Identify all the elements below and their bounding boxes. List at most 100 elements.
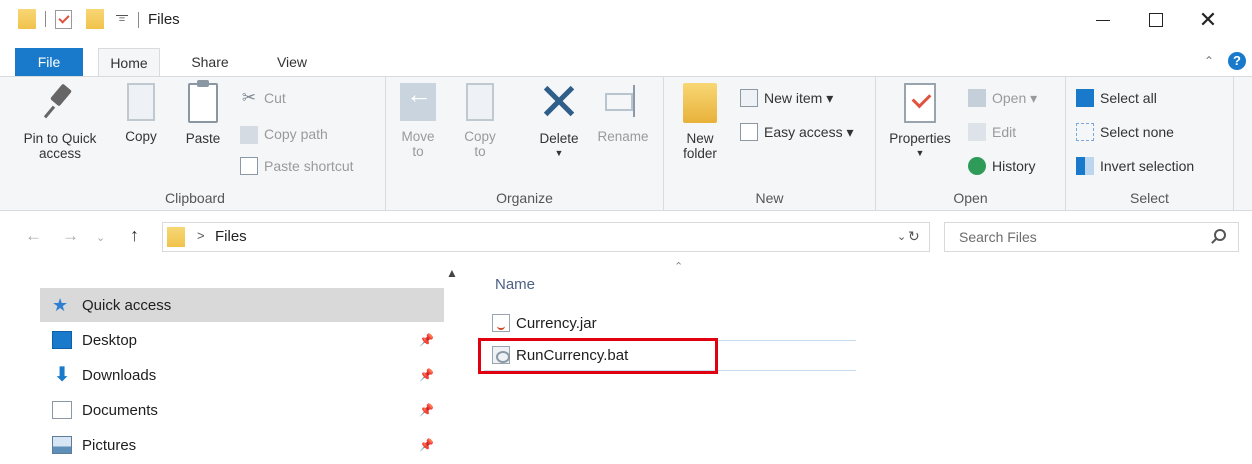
move-to-button[interactable]: Move to (398, 83, 438, 159)
paste-shortcut-button[interactable]: Paste shortcut (240, 157, 354, 175)
file-name: Currency.jar (516, 314, 597, 332)
easy-access-button[interactable]: Easy access ▾ (740, 123, 854, 141)
sidebar-item-label: Documents (82, 401, 158, 419)
paste-button[interactable]: Paste (178, 80, 228, 146)
copy-to-button[interactable]: Copy to (460, 83, 500, 159)
new-group-label: New (755, 190, 784, 206)
pictures-icon (52, 436, 72, 454)
pin-icon[interactable]: 📌 (419, 333, 434, 347)
select-none-icon (1076, 123, 1094, 141)
title-bar: = Files ✕ (0, 0, 1252, 40)
select-none-button[interactable]: Select none (1076, 123, 1174, 141)
new-item-button[interactable]: New item ▾ (740, 89, 833, 107)
new-group: New folder New item ▾ Easy access ▾ New (664, 77, 876, 210)
desktop-icon (52, 331, 72, 349)
select-none-label: Select none (1100, 124, 1174, 140)
open-label: Open ▾ (992, 89, 1038, 106)
delete-dropdown-icon[interactable]: ▼ (526, 146, 592, 161)
invert-selection-button[interactable]: Invert selection (1076, 157, 1194, 175)
pin-icon[interactable]: 📌 (419, 438, 434, 452)
move-to-icon (400, 83, 436, 121)
minimize-icon (1096, 19, 1110, 21)
rename-button[interactable]: Rename (590, 83, 656, 144)
sidebar-item-desktop[interactable]: Desktop 📌 (40, 323, 444, 357)
column-header-name[interactable]: Name (495, 276, 535, 293)
customize-toolbar-dropdown[interactable]: = (116, 14, 128, 25)
scroll-up-icon[interactable]: ▲ (446, 266, 458, 280)
properties-label: Properties (889, 131, 951, 146)
tab-share[interactable]: Share (174, 48, 246, 77)
paste-icon (188, 80, 218, 123)
edit-button[interactable]: Edit (968, 123, 1016, 141)
cut-button[interactable]: ✂ Cut (240, 89, 286, 107)
forward-arrow-icon[interactable]: → (62, 226, 79, 246)
select-all-label: Select all (1100, 90, 1157, 106)
pin-to-quick-access-button[interactable]: Pin to Quick access (14, 83, 106, 161)
sidebar-item-pictures[interactable]: Pictures 📌 (40, 428, 444, 462)
search-icon[interactable] (1214, 229, 1226, 241)
delete-icon: ✕ (537, 74, 581, 132)
pin-icon (44, 83, 76, 123)
sidebar-item-label: Quick access (82, 296, 172, 314)
tab-file[interactable]: File (15, 48, 83, 77)
address-dropdown-icon[interactable]: ⌄ (897, 230, 906, 243)
sidebar-item-documents[interactable]: Documents 📌 (40, 393, 444, 427)
highlight-annotation-box (478, 338, 718, 374)
window-title: Files (148, 11, 180, 28)
invert-selection-icon (1076, 157, 1094, 175)
jar-file-icon (492, 314, 510, 332)
breadcrumb-files[interactable]: Files (215, 228, 247, 245)
history-label: History (992, 158, 1036, 174)
tab-view[interactable]: View (262, 48, 322, 77)
pin-icon[interactable]: 📌 (419, 368, 434, 382)
copy-path-button[interactable]: Copy path (240, 123, 328, 144)
edit-label: Edit (992, 124, 1017, 140)
properties-icon[interactable] (55, 9, 72, 29)
properties-button[interactable]: Properties ▼ (882, 83, 958, 161)
new-folder-button[interactable]: New folder (672, 83, 728, 161)
folder-icon[interactable] (18, 9, 36, 29)
sidebar-item-downloads[interactable]: ⬇ Downloads 📌 (40, 358, 444, 392)
cut-label: Cut (264, 90, 286, 106)
close-button[interactable]: ✕ (1185, 6, 1231, 34)
maximize-button[interactable] (1133, 6, 1179, 34)
history-button[interactable]: History (968, 157, 1036, 175)
pin-to-quick-access-label: Pin to Quick access (23, 131, 97, 161)
up-arrow-icon[interactable]: ↑ (130, 225, 139, 246)
refresh-icon[interactable]: ↻ (908, 228, 920, 245)
properties-dropdown-icon[interactable]: ▼ (882, 146, 958, 161)
tab-home[interactable]: Home (98, 48, 160, 78)
clipboard-group: Pin to Quick access Copy Paste ✂ Cut Cop… (0, 77, 386, 210)
organize-group: Move to Copy to ✕ Delete ▼ Rename Organi… (386, 77, 664, 210)
minimize-button[interactable] (1080, 6, 1126, 34)
back-arrow-icon[interactable]: ← (25, 226, 42, 246)
breadcrumb-separator[interactable]: > (197, 228, 205, 243)
invert-selection-label: Invert selection (1100, 158, 1195, 174)
ribbon-collapse-icon[interactable]: ⌃ (1204, 54, 1214, 68)
open-group-label: Open (953, 190, 988, 206)
copy-icon (127, 83, 155, 121)
new-folder-icon[interactable] (86, 9, 104, 29)
new-folder-label: New folder (683, 131, 717, 161)
address-bar[interactable]: > Files ⌄ (162, 222, 930, 252)
select-all-button[interactable]: Select all (1076, 89, 1157, 107)
folder-icon (167, 227, 185, 247)
documents-icon (52, 401, 72, 419)
recent-locations-chevron-icon[interactable]: ⌄ (96, 231, 105, 244)
scissors-icon: ✂ (241, 88, 257, 107)
file-row-currency-jar[interactable]: Currency.jar (492, 310, 597, 336)
maximize-icon (1149, 13, 1163, 27)
open-icon (968, 89, 986, 107)
search-input[interactable]: Search Files (944, 222, 1239, 252)
delete-button[interactable]: ✕ Delete ▼ (526, 74, 592, 161)
help-icon[interactable]: ? (1228, 52, 1246, 70)
ribbon-tabs: File Home Share View ⌃ ? (0, 44, 1252, 78)
sidebar-item-quick-access[interactable]: ★ Quick access (40, 288, 444, 322)
organize-group-label: Organize (496, 190, 553, 206)
copy-path-label: Copy path (264, 125, 328, 142)
sidebar-item-label: Downloads (82, 366, 157, 384)
pin-icon[interactable]: 📌 (419, 403, 434, 417)
copy-button[interactable]: Copy (116, 83, 166, 144)
star-icon: ★ (52, 295, 69, 315)
open-button[interactable]: Open ▾ (968, 89, 1037, 107)
